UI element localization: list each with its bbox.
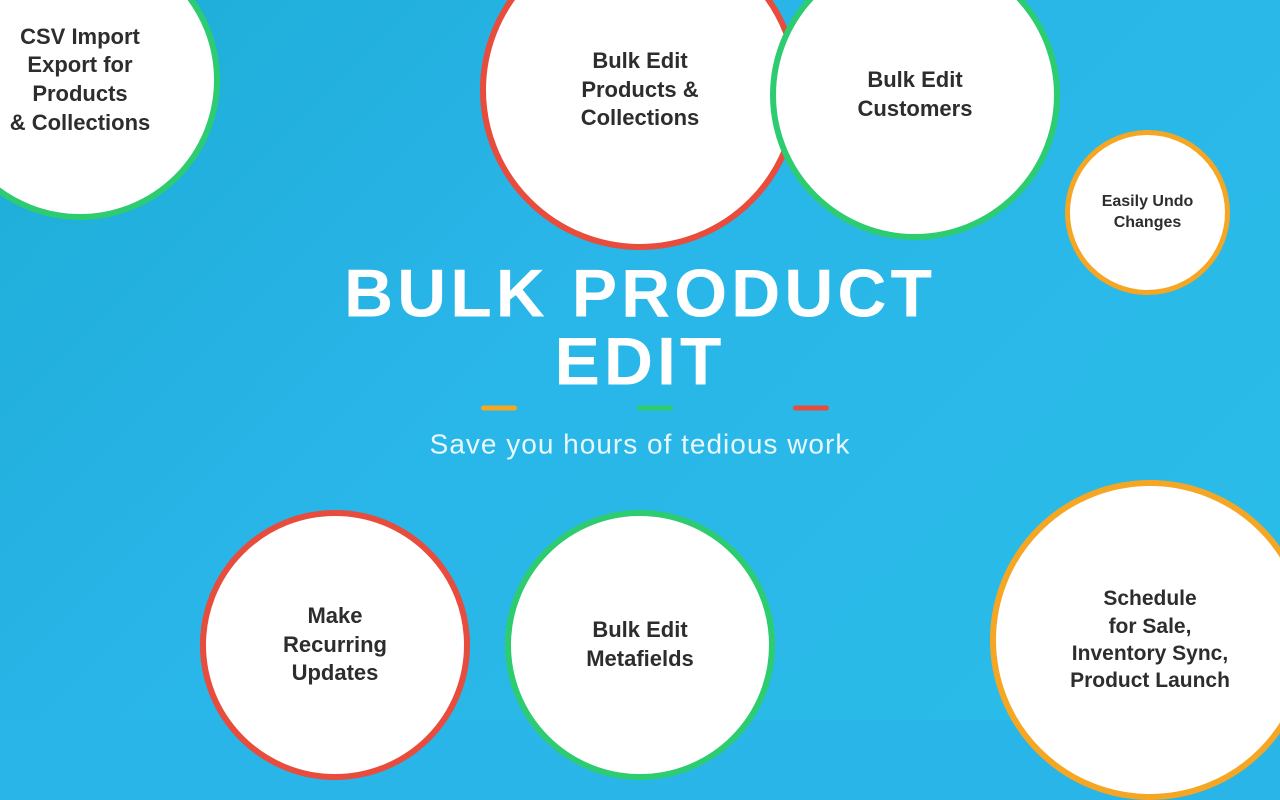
undo-text: Easily UndoChanges (1087, 177, 1209, 249)
metafields-text: Bulk EditMetafields (566, 596, 714, 693)
circle-metafields: Bulk EditMetafields (505, 510, 775, 780)
schedule-text: Schedulefor Sale,Inventory Sync,Product … (1050, 565, 1250, 714)
bulk-products-text: Bulk EditProducts &Collections (561, 27, 720, 153)
underline-orange (481, 406, 517, 411)
recurring-text: MakeRecurringUpdates (263, 582, 407, 708)
center-content: BULK PRODUCT EDIT Save you hours of tedi… (320, 260, 960, 461)
customers-text: Bulk EditCustomers (838, 46, 993, 143)
circle-recurring: MakeRecurringUpdates (200, 510, 470, 780)
underline-red (793, 406, 829, 411)
circle-undo: Easily UndoChanges (1065, 130, 1230, 295)
subtitle: Save you hours of tedious work (320, 429, 960, 461)
title-underlines (320, 406, 960, 411)
underline-green (637, 406, 673, 411)
csv-import-text: CSV ImportExport forProducts& Collection… (0, 3, 170, 157)
main-title: BULK PRODUCT EDIT (320, 260, 960, 396)
